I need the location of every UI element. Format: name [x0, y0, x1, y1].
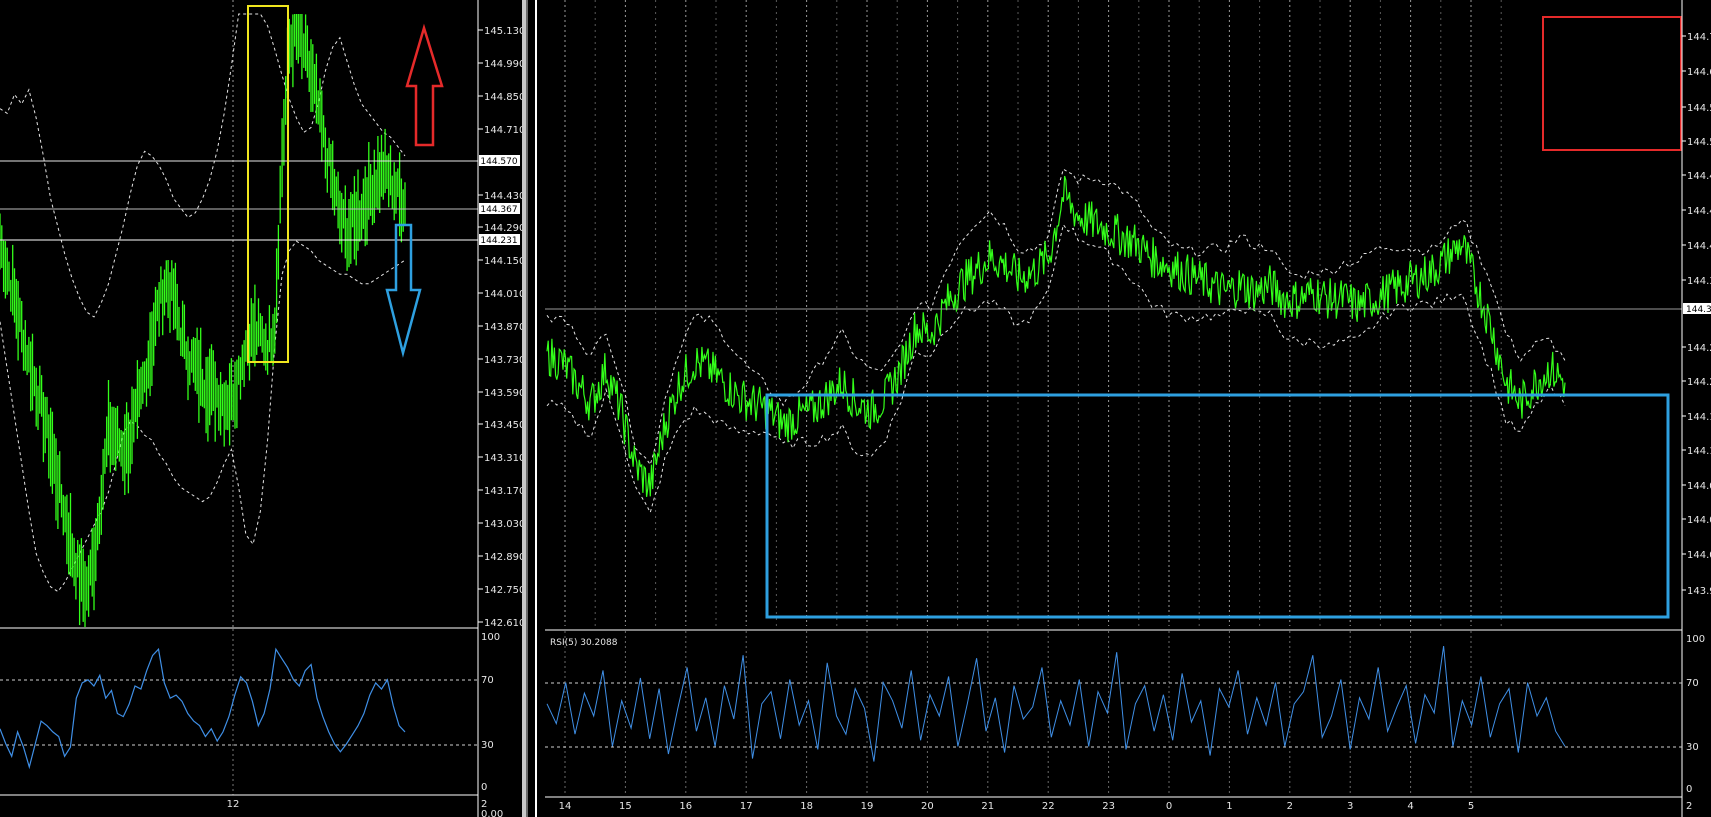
left-rsi-level-0-label: 0 — [481, 782, 487, 793]
price-tick-label: 143.590 — [484, 388, 525, 399]
time-label: 2 — [1287, 801, 1293, 812]
time-label: 15 — [619, 801, 632, 812]
time-label: 14 — [559, 801, 572, 812]
price-tick-label: 143.450 — [484, 420, 525, 431]
price-tick-label: 144.6 — [1687, 67, 1711, 78]
price-tick-label: 144.2 — [1687, 377, 1711, 388]
time-label: 18 — [800, 801, 813, 812]
price-tick-label: 144.3 — [1687, 276, 1711, 287]
price-tick-label: 144.0 — [1687, 481, 1711, 492]
time-label: 23 — [1102, 801, 1115, 812]
trading-chart-workspace: 145.130144.990144.850144.710144.430144.2… — [0, 0, 1711, 817]
left-time-label-12: 12 — [227, 799, 240, 810]
price-tick-label: 144.7 — [1687, 32, 1711, 43]
price-tick-label: 143.030 — [484, 519, 525, 530]
time-label: 1 — [1226, 801, 1232, 812]
left-rsi-level-70-label: 70 — [481, 675, 494, 686]
price-tick-label: 143.310 — [484, 453, 525, 464]
price-tick-label: 144.0 — [1687, 515, 1711, 526]
price-tick-label: 144.990 — [484, 59, 525, 70]
left-bottom-value: 0.00 — [481, 809, 503, 817]
right-price-tag: 144.3 — [1683, 303, 1711, 315]
right-rsi-level-0-label: 0 — [1686, 784, 1692, 795]
price-tag-144231: 144.231 — [479, 234, 520, 246]
price-tick-label: 142.750 — [484, 585, 525, 596]
price-tag-label: 144.367 — [480, 205, 517, 215]
time-label: 17 — [740, 801, 753, 812]
right-rsi-level-100-label: 100 — [1686, 634, 1705, 645]
price-tag-144367: 144.367 — [479, 203, 520, 215]
price-tick-label: 144.1 — [1687, 446, 1711, 457]
time-label: 0 — [1166, 801, 1172, 812]
price-tick-label: 144.1 — [1687, 412, 1711, 423]
price-tick-label: 142.890 — [484, 552, 525, 563]
time-label: 4 — [1407, 801, 1413, 812]
time-label: 19 — [861, 801, 874, 812]
price-tick-label: 144.0 — [1687, 550, 1711, 561]
right-bottom-label: 2 — [1686, 801, 1692, 812]
price-tick-label: 144.5 — [1687, 137, 1711, 148]
price-tick-label: 143.170 — [484, 486, 525, 497]
price-tick-label: 144.150 — [484, 256, 525, 267]
price-tick-label: 143.730 — [484, 355, 525, 366]
right-price-tag-label: 144.3 — [1686, 305, 1711, 315]
price-tick-label: 144.5 — [1687, 103, 1711, 114]
time-label: 22 — [1042, 801, 1055, 812]
price-tag-label: 144.570 — [480, 157, 517, 167]
right-rsi-level-70-label: 70 — [1686, 678, 1699, 689]
price-tick-label: 144.4 — [1687, 171, 1711, 182]
right-rsi-level-30-label: 30 — [1686, 742, 1699, 753]
price-tick-label: 144.4 — [1687, 206, 1711, 217]
price-tick-label: 145.130 — [484, 26, 525, 37]
price-tick-label: 144.290 — [484, 223, 525, 234]
price-tag-144570: 144.570 — [479, 155, 520, 167]
price-tick-label: 144.010 — [484, 289, 525, 300]
left-rsi-level-100-label: 100 — [481, 632, 500, 643]
rsi-indicator-title: RSI(5) 30.2088 — [550, 638, 618, 648]
price-tick-label: 143.870 — [484, 322, 525, 333]
price-tick-label: 144.850 — [484, 92, 525, 103]
price-tick-label: 144.4 — [1687, 241, 1711, 252]
time-label: 5 — [1468, 801, 1474, 812]
time-label: 21 — [981, 801, 994, 812]
price-tick-label: 144.430 — [484, 191, 525, 202]
price-tag-label: 144.231 — [480, 236, 517, 246]
price-tick-label: 143.9 — [1687, 586, 1711, 597]
time-label: 16 — [679, 801, 692, 812]
time-label: 20 — [921, 801, 934, 812]
price-tick-label: 142.610 — [484, 618, 525, 629]
left-rsi-level-30-label: 30 — [481, 740, 494, 751]
time-label: 3 — [1347, 801, 1353, 812]
price-tick-label: 144.2 — [1687, 343, 1711, 354]
price-tick-label: 144.710 — [484, 125, 525, 136]
